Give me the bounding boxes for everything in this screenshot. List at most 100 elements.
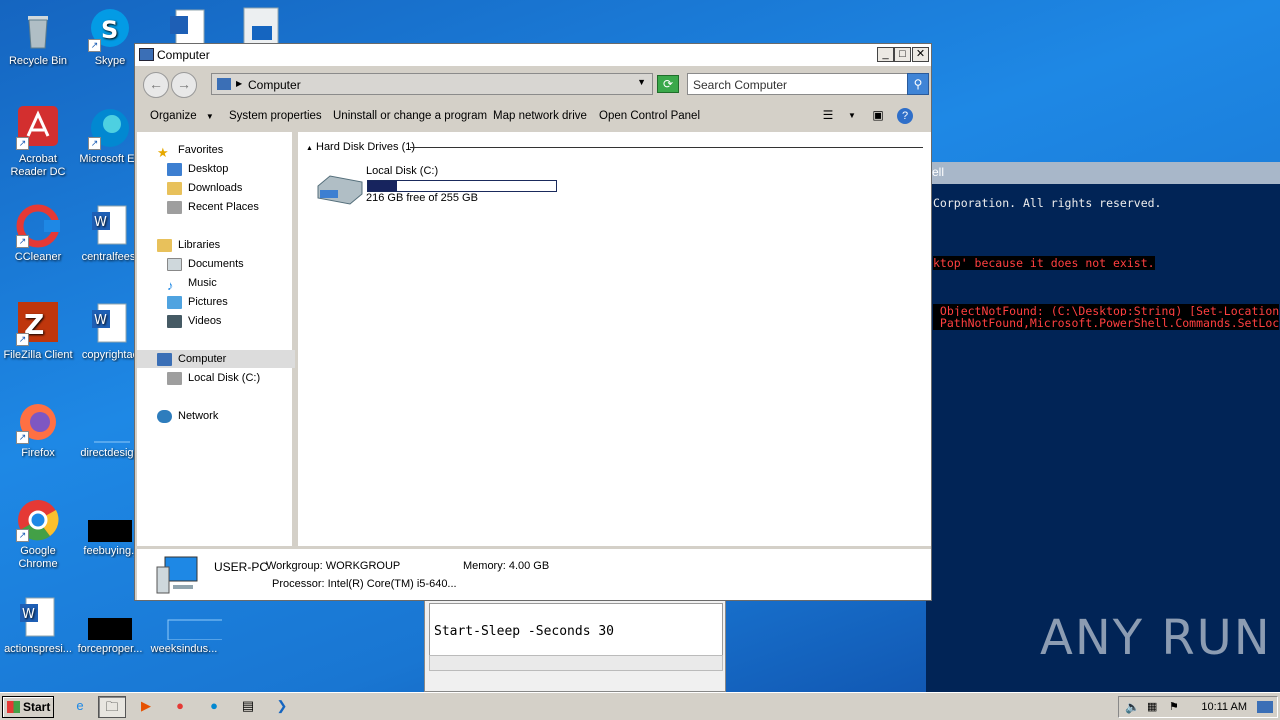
svg-text:W: W <box>94 313 107 328</box>
explorer-window[interactable]: Computer _ □ ✕ ← → ▶ Computer ▼ ⟳ Search… <box>134 43 932 601</box>
blank-file-icon <box>162 596 225 641</box>
shortcut-arrow-icon: ↗ <box>16 431 29 444</box>
nav-favorites[interactable]: ★ Favorites <box>157 141 223 160</box>
show-desktop-button[interactable] <box>1257 701 1273 713</box>
pc-name: USER-PC <box>214 560 269 574</box>
view-options-icon[interactable]: ☰ <box>819 108 837 124</box>
open-control-panel-button[interactable]: Open Control Panel <box>599 110 700 122</box>
explorer-titlebar[interactable]: Computer _ □ ✕ <box>135 44 931 66</box>
word-document-icon <box>166 8 210 45</box>
music-icon: ♪ <box>167 277 174 293</box>
speaker-icon[interactable]: 🔈 <box>1125 700 1140 714</box>
nav-label: Documents <box>188 258 244 270</box>
preview-pane-icon[interactable]: ▣ <box>869 108 887 124</box>
breadcrumb-computer[interactable]: Computer <box>248 78 301 92</box>
clock[interactable]: 10:11 AM <box>1201 701 1247 713</box>
svg-text:W: W <box>22 607 35 622</box>
minimize-button[interactable]: _ <box>877 47 894 62</box>
documents-icon <box>167 257 182 271</box>
desktop-icon-weeksindus[interactable]: weeksindus... <box>146 596 225 656</box>
uninstall-program-button[interactable]: Uninstall or change a program <box>333 110 487 122</box>
nav-downloads[interactable]: Downloads <box>167 179 242 197</box>
shortcut-arrow-icon: ↗ <box>16 235 29 248</box>
hard-drive-icon[interactable] <box>314 172 364 208</box>
nav-network[interactable]: Network <box>157 407 218 425</box>
desktop-icon-forceproper[interactable]: forceproper... <box>72 596 148 656</box>
desktop-icon-acrobat[interactable]: ↗ Acrobat Reader DC <box>0 106 76 179</box>
nav-pictures[interactable]: Pictures <box>167 293 228 311</box>
group-header[interactable]: ▲ Hard Disk Drives (1) <box>306 141 415 153</box>
shortcut-arrow-icon: ↗ <box>16 137 29 150</box>
recycle-bin-icon <box>16 8 60 52</box>
workgroup: Workgroup: WORKGROUP <box>266 560 401 572</box>
close-button[interactable]: ✕ <box>912 47 929 62</box>
nav-computer[interactable]: Computer <box>137 350 295 368</box>
nav-desktop[interactable]: Desktop <box>167 160 228 178</box>
media-player-taskbar-icon[interactable]: ▶ <box>132 696 160 718</box>
organize-button[interactable]: Organize ▼ <box>150 110 214 122</box>
chevron-down-icon: ▼ <box>205 112 214 121</box>
breadcrumb-arrow-icon[interactable]: ▶ <box>236 79 242 88</box>
chrome-taskbar-icon[interactable]: ● <box>166 696 194 718</box>
powershell-taskbar-icon[interactable]: ❯ <box>268 696 296 718</box>
maximize-button[interactable]: □ <box>894 47 911 62</box>
window-title: Computer <box>157 48 210 62</box>
shortcut-arrow-icon: ↗ <box>16 529 29 542</box>
console-error-line: ktop' because it does not exist. <box>933 256 1155 270</box>
drive-name[interactable]: Local Disk (C:) <box>366 165 438 177</box>
map-network-drive-button[interactable]: Map network drive <box>493 110 587 122</box>
chevron-down-icon[interactable]: ▼ <box>637 77 646 87</box>
nav-local-disk[interactable]: Local Disk (C:) <box>167 369 260 387</box>
powershell-script-icon <box>240 6 284 45</box>
computer-icon <box>217 78 231 90</box>
desktop-icon-chrome[interactable]: ↗ Google Chrome <box>0 498 76 571</box>
nav-label: Local Disk (C:) <box>188 372 261 384</box>
text-editor-window[interactable]: Start-Sleep -Seconds 30 <box>424 598 726 692</box>
recent-places-icon <box>167 200 182 214</box>
nav-libraries[interactable]: Libraries <box>157 236 220 254</box>
word-document-icon: W <box>88 204 132 248</box>
notepad-taskbar-icon[interactable]: ▤ <box>234 696 262 718</box>
forward-button[interactable]: → <box>171 72 197 98</box>
start-button[interactable]: Start <box>2 696 54 718</box>
network-tray-icon[interactable]: ▦ <box>1147 700 1157 713</box>
explorer-taskbar-icon[interactable]: 🗀 <box>98 696 126 718</box>
nav-label: Libraries <box>178 239 221 251</box>
search-input[interactable]: Search Computer <box>687 73 909 95</box>
nav-recent-places[interactable]: Recent Places <box>167 198 259 216</box>
chevron-down-icon[interactable]: ▼ <box>843 111 861 127</box>
editor-text-area[interactable]: Start-Sleep -Seconds 30 <box>429 603 723 663</box>
word-document-icon: W <box>16 596 60 640</box>
organize-label: Organize <box>150 110 197 122</box>
desktop-icon-filezilla[interactable]: Z ↗ FileZilla Client <box>0 302 76 362</box>
desktop-icon-firefox[interactable]: ↗ Firefox <box>0 400 76 460</box>
system-properties-button[interactable]: System properties <box>229 110 322 122</box>
chrome-icon: ↗ <box>16 498 60 542</box>
nav-documents[interactable]: Documents <box>167 255 244 273</box>
computer-icon <box>139 48 154 61</box>
address-bar[interactable]: ▶ Computer ▼ <box>211 73 653 95</box>
back-button[interactable]: ← <box>143 72 169 98</box>
desktop-icon-actionspresi[interactable]: W actionspresi... <box>0 596 76 656</box>
ie-taskbar-icon[interactable]: e <box>66 696 94 718</box>
edge-taskbar-icon[interactable]: ● <box>200 696 228 718</box>
action-center-flag-icon[interactable]: ⚑ <box>1169 700 1179 713</box>
desktop-icon-ccleaner[interactable]: ↗ CCleaner <box>0 204 76 264</box>
console-line: Corporation. All rights reserved. <box>933 196 1162 210</box>
pictures-icon <box>167 295 182 309</box>
address-row: ← → ▶ Computer ▼ ⟳ Search Computer ⚲ <box>137 68 931 100</box>
help-icon[interactable]: ? <box>897 108 913 124</box>
desktop-icon-recycle-bin[interactable]: Recycle Bin <box>0 8 76 68</box>
powershell-titlebar[interactable]: ell <box>926 162 1280 184</box>
nav-videos[interactable]: Videos <box>167 312 221 330</box>
details-pane: USER-PC Workgroup: WORKGROUP Memory: 4.0… <box>137 548 931 600</box>
search-icon[interactable]: ⚲ <box>907 73 929 95</box>
ccleaner-icon: ↗ <box>16 204 60 248</box>
collapse-icon: ▲ <box>306 145 313 152</box>
word-document-icon: W <box>88 302 132 346</box>
nav-music[interactable]: ♪ Music <box>167 274 217 293</box>
downloads-folder-icon <box>167 181 182 195</box>
refresh-button[interactable]: ⟳ <box>657 75 679 93</box>
videos-icon <box>167 314 182 328</box>
horizontal-scrollbar[interactable] <box>429 655 723 671</box>
